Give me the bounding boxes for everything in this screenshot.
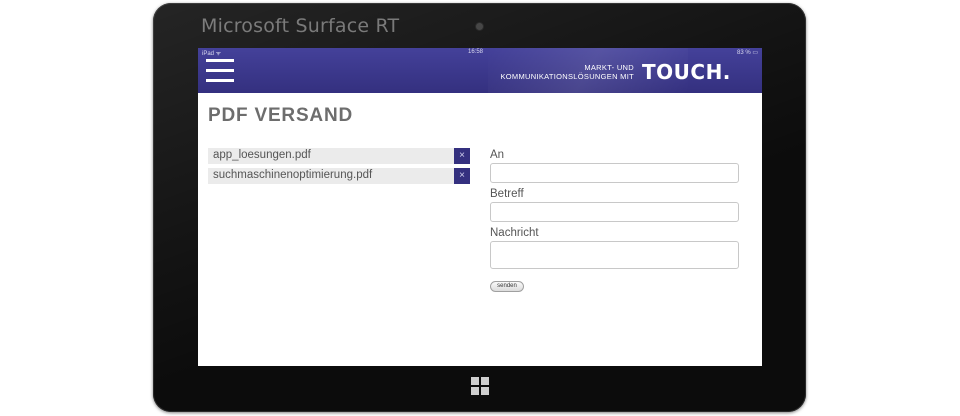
status-battery: 83 % ▭ xyxy=(736,50,758,56)
tagline-line-1: MARKT- UND xyxy=(584,63,634,72)
recipient-label: An xyxy=(490,149,505,161)
message-textarea[interactable] xyxy=(490,241,739,269)
header-tagline: MARKT- UND KOMMUNIKATIONSLÖSUNGEN MIT xyxy=(472,63,634,81)
touch-logo[interactable]: TOUCH. xyxy=(642,60,731,84)
status-carrier: iPad ᯤ xyxy=(202,51,222,57)
page-title: PDF VERSAND xyxy=(208,105,353,126)
attached-files-list: app_loesungen.pdf × suchmaschinenoptimie… xyxy=(208,148,470,188)
app-screen: iPad ᯤ 16:58 83 % ▭ MARKT- UND KOMMUNIKA… xyxy=(198,48,762,366)
remove-file-button[interactable]: × xyxy=(454,148,470,164)
hamburger-menu-icon[interactable] xyxy=(206,59,234,83)
windows-logo-icon[interactable] xyxy=(471,377,489,395)
recipient-input[interactable] xyxy=(490,163,739,183)
camera-icon xyxy=(476,23,483,30)
device-brand-label: Microsoft Surface RT xyxy=(201,15,400,37)
tagline-line-2: KOMMUNIKATIONSLÖSUNGEN MIT xyxy=(500,72,634,81)
subject-label: Betreff xyxy=(490,188,524,200)
remove-file-button[interactable]: × xyxy=(454,168,470,184)
status-time: 16:58 xyxy=(468,49,484,55)
file-name: app_loesungen.pdf xyxy=(213,149,311,161)
send-button[interactable]: senden xyxy=(490,281,524,292)
status-bar: iPad ᯤ 16:58 83 % ▭ xyxy=(198,48,762,57)
email-form: An Betreff Nachricht senden xyxy=(490,148,739,292)
file-item: app_loesungen.pdf × xyxy=(208,148,470,164)
file-item: suchmaschinenoptimierung.pdf × xyxy=(208,168,470,184)
header-bar: iPad ᯤ 16:58 83 % ▭ MARKT- UND KOMMUNIKA… xyxy=(198,48,762,93)
file-name: suchmaschinenoptimierung.pdf xyxy=(213,169,373,181)
subject-input[interactable] xyxy=(490,202,739,222)
message-label: Nachricht xyxy=(490,227,539,239)
